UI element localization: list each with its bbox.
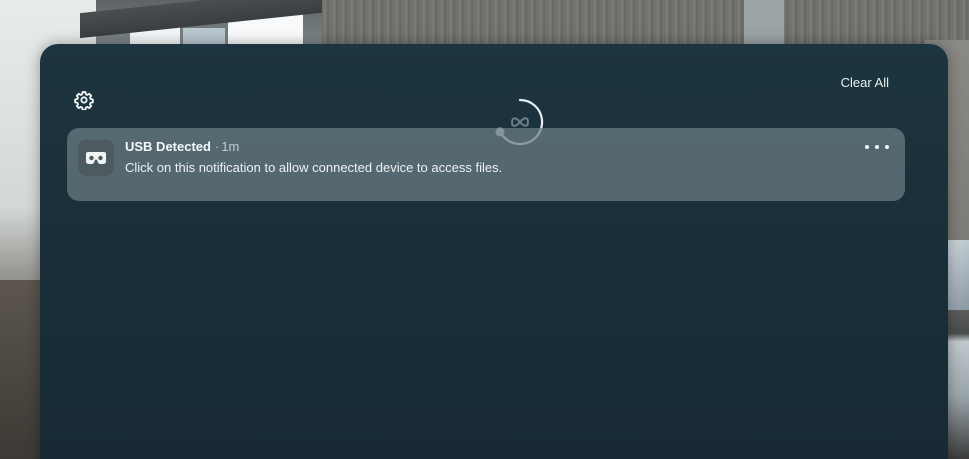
- notification-message: Click on this notification to allow conn…: [125, 160, 503, 175]
- background-window-frame: [744, 0, 784, 50]
- notification-separator: ·: [214, 139, 220, 154]
- passthrough-scene: Clear All USB Detected · 1m Click on this …: [0, 0, 969, 459]
- notification-card[interactable]: USB Detected · 1m Click on this notificati…: [67, 128, 905, 201]
- clear-all-button[interactable]: Clear All: [841, 75, 889, 90]
- notification-timestamp: 1m: [221, 139, 240, 154]
- more-horizontal-icon: [885, 145, 889, 149]
- settings-button[interactable]: [73, 89, 95, 111]
- notification-panel: Clear All USB Detected · 1m Click on this …: [40, 44, 948, 459]
- more-horizontal-icon: [865, 145, 869, 149]
- more-horizontal-icon: [875, 145, 879, 149]
- vr-headset-icon: [86, 152, 106, 164]
- gear-icon: [74, 91, 94, 110]
- notification-header: USB Detected · 1m: [125, 139, 239, 154]
- notification-more-button[interactable]: [865, 140, 889, 154]
- notification-icon: [78, 140, 114, 176]
- notification-title: USB Detected: [125, 139, 211, 154]
